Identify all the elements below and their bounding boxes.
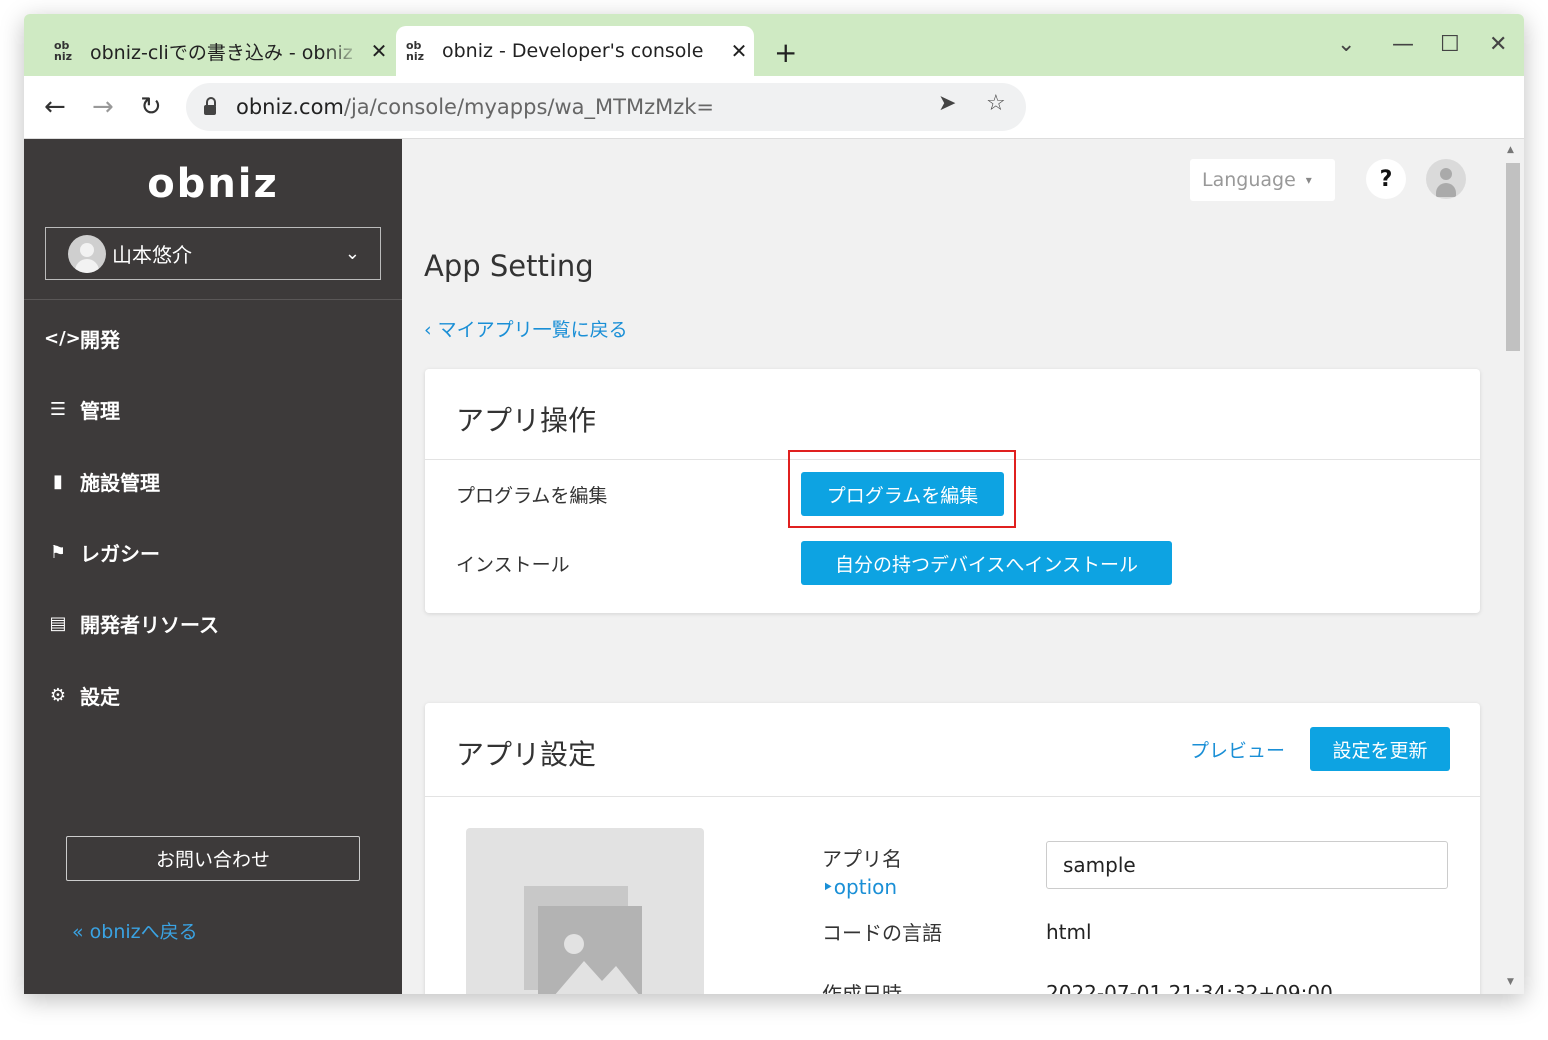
back-button[interactable]: ← (44, 92, 66, 122)
tab-search-chevron-icon[interactable]: ⌄ (1337, 32, 1355, 57)
address-bar[interactable]: obniz.com/ja/console/myapps/wa_MTMzMzk= … (186, 83, 1026, 131)
tab-bar: ob niz obniz-cliでの書き込み - obniz ✕ ob niz ob… (24, 14, 1524, 76)
lock-icon[interactable] (204, 97, 216, 115)
sidebar-item-legacy[interactable]: ⚑ レガシー (44, 538, 160, 567)
update-settings-button[interactable]: 設定を更新 (1310, 727, 1450, 771)
scroll-down-icon[interactable]: ▼ (1507, 977, 1514, 987)
code-icon: </> (44, 328, 81, 349)
gear-icon: ⚙ (49, 685, 67, 706)
card-title: アプリ操作 (456, 404, 597, 437)
install-to-device-button[interactable]: 自分の持つデバイスへインストール (801, 541, 1172, 585)
back-to-my-apps-link[interactable]: ‹ マイアプリ一覧に戻る (424, 315, 628, 342)
caret-down-icon: ▾ (1305, 173, 1312, 187)
tab-title: obniz - Developer's console (442, 40, 704, 62)
sidebar-item-dev-resources[interactable]: ▤ 開発者リソース (44, 609, 219, 638)
edit-program-label: プログラムを編集 (456, 485, 608, 507)
list-icon: ☰ (49, 399, 67, 420)
option-toggle[interactable]: ‣option (822, 875, 897, 899)
app-name-input[interactable]: sample (1046, 841, 1448, 889)
page-title: App Setting (424, 249, 594, 283)
flag-icon: ⚑ (49, 542, 67, 563)
card-divider (425, 796, 1480, 797)
scroll-thumb[interactable] (1506, 163, 1520, 351)
app-operations-card: アプリ操作 プログラムを編集 プログラムを編集 インストール 自分の持つデバイス… (425, 369, 1480, 613)
tab-close-icon[interactable]: ✕ (724, 39, 754, 63)
card-title: アプリ設定 (456, 738, 597, 771)
tab-developer-console[interactable]: ob niz obniz - Developer's console ✕ (396, 26, 754, 76)
install-label: インストール (456, 554, 570, 576)
code-language-value: html (1046, 920, 1092, 944)
sidebar-item-label: 設定 (80, 685, 120, 709)
sidebar-item-label: 管理 (80, 399, 120, 423)
user-select[interactable]: 山本悠介 ⌄ (45, 227, 381, 280)
sidebar-divider (24, 299, 402, 300)
sidebar-item-label: レガシー (80, 542, 160, 566)
send-icon[interactable]: ➤ (938, 91, 956, 116)
reload-button[interactable]: ↻ (140, 92, 162, 122)
edit-program-button[interactable]: プログラムを編集 (801, 472, 1004, 516)
sidebar-item-label: 施設管理 (80, 471, 160, 495)
obniz-favicon-icon: ob niz (406, 39, 425, 63)
bookmark-star-icon[interactable]: ☆ (986, 91, 1006, 116)
url-text[interactable]: obniz.com/ja/console/myapps/wa_MTMzMzk= (236, 95, 714, 119)
close-window-button[interactable]: ✕ (1489, 32, 1507, 57)
minimize-button[interactable]: — (1392, 32, 1414, 57)
language-select[interactable]: Language ▾ (1190, 159, 1335, 201)
created-at-value: 2022-07-01 21:34:32+09:00 (1046, 981, 1333, 994)
sidebar-item-label: 開発者リソース (80, 613, 219, 637)
sidebar-item-label: 開発 (80, 328, 120, 352)
chevron-down-icon: ⌄ (344, 243, 360, 264)
scrollbar[interactable]: ▲ ▼ (1502, 139, 1524, 994)
book-icon: ▤ (49, 613, 67, 634)
browser-toolbar: ← → ↻ obniz.com/ja/console/myapps/wa_MTM… (24, 76, 1524, 139)
app-settings-card: アプリ設定 プレビュー 設定を更新 アプリ名 ‣option sample コー… (425, 703, 1480, 994)
created-at-label: 作成日時 (822, 982, 902, 994)
forward-button[interactable]: → (92, 92, 114, 122)
help-button[interactable]: ? (1366, 159, 1406, 199)
new-tab-button[interactable]: + (774, 36, 797, 69)
obniz-logo[interactable]: obniz (24, 161, 402, 207)
user-name: 山本悠介 (112, 243, 192, 267)
obniz-favicon-icon: ob niz (54, 39, 73, 63)
preview-link[interactable]: プレビュー (1190, 736, 1285, 763)
scroll-up-icon[interactable]: ▲ (1507, 145, 1514, 155)
back-to-obniz-link[interactable]: « obnizへ戻る (72, 917, 198, 944)
tab-obniz-cli[interactable]: ob niz obniz-cliでの書き込み - obniz ✕ (44, 26, 394, 76)
contact-button[interactable]: お問い合わせ (66, 836, 360, 881)
sidebar-item-settings[interactable]: ⚙ 設定 (44, 681, 120, 710)
avatar (68, 234, 106, 273)
tab-close-icon[interactable]: ✕ (364, 39, 394, 63)
user-avatar-button[interactable] (1426, 159, 1466, 199)
app-icon-placeholder[interactable] (466, 828, 704, 994)
code-language-label: コードの言語 (822, 921, 942, 945)
sidebar: obniz 山本悠介 ⌄ </> 開発 ☰ 管理 ▮ 施設管理 ⚑ レガシー ▤… (24, 139, 402, 994)
sidebar-item-manage[interactable]: ☰ 管理 (44, 395, 120, 424)
language-label: Language (1202, 169, 1296, 191)
image-placeholder-icon (524, 886, 642, 994)
maximize-button[interactable]: ☐ (1440, 32, 1460, 57)
building-icon: ▮ (53, 471, 63, 492)
sidebar-item-develop[interactable]: </> 開発 (44, 324, 120, 353)
main-content: Language ▾ ? App Setting ‹ マイアプリ一覧に戻る アプ… (402, 139, 1502, 994)
app-name-label: アプリ名 (822, 847, 902, 871)
sidebar-item-facility[interactable]: ▮ 施設管理 (44, 467, 160, 496)
tab-title: obniz-cliでの書き込み - obniz (90, 41, 353, 64)
browser-window: ob niz obniz-cliでの書き込み - obniz ✕ ob niz ob… (24, 14, 1524, 994)
